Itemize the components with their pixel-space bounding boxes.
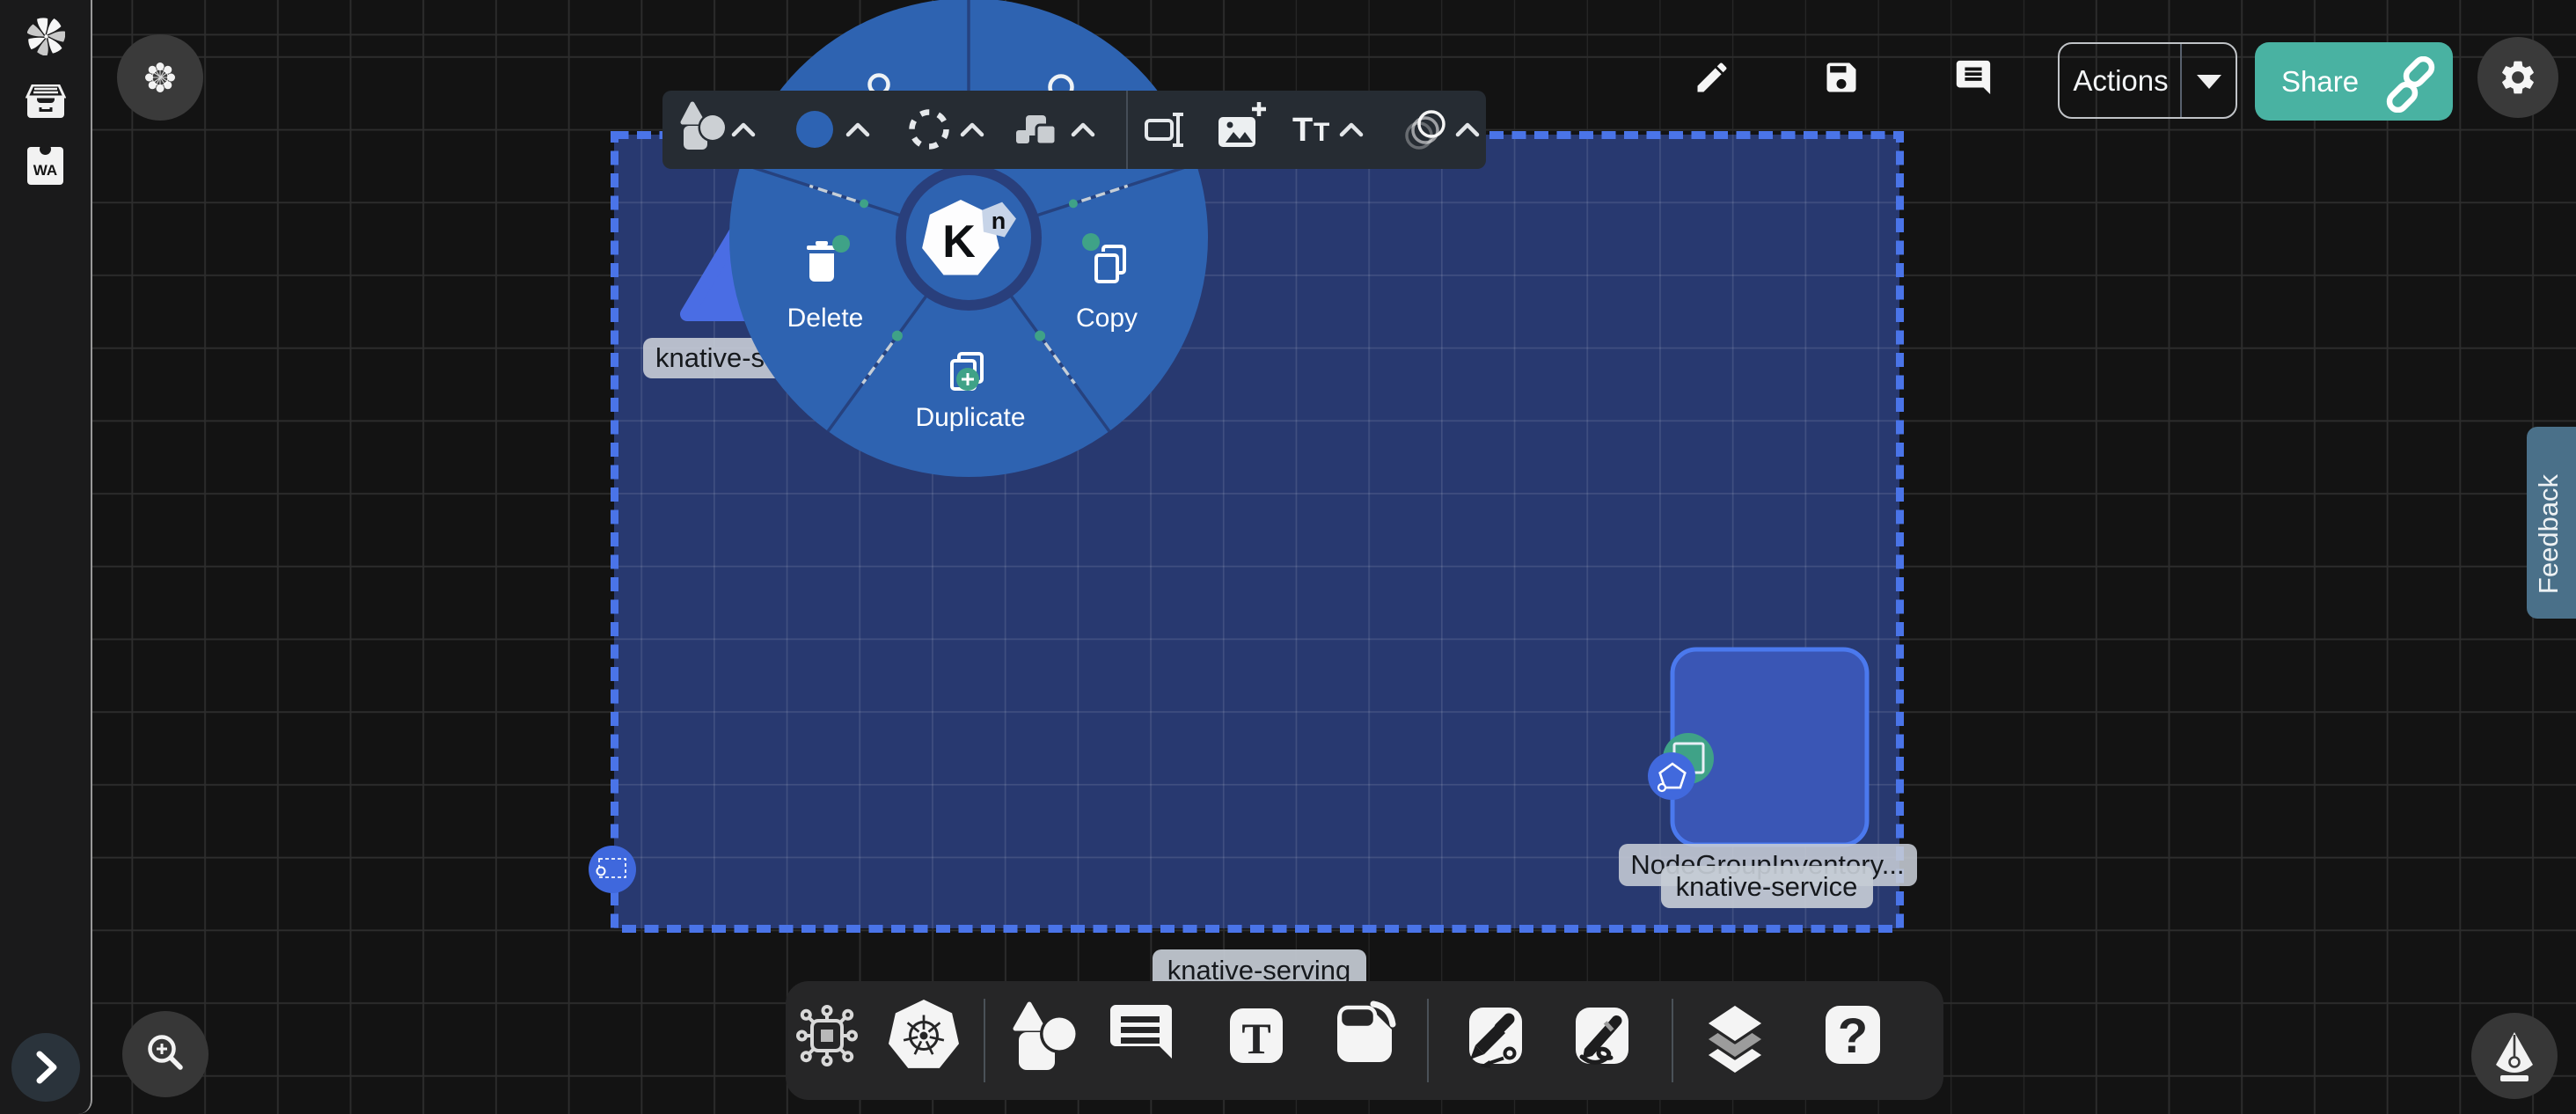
svg-text:T: T: [1241, 1014, 1270, 1063]
svg-text:knative-service: knative-service: [1676, 871, 1858, 902]
svg-text:T: T: [1292, 112, 1313, 149]
svg-text:?: ?: [1838, 1008, 1868, 1063]
svg-text:T: T: [1314, 118, 1329, 147]
svg-text:Duplicate: Duplicate: [915, 403, 1025, 432]
svg-text:K: K: [942, 216, 976, 268]
svg-text:n: n: [992, 208, 1006, 234]
svg-text:Delete: Delete: [787, 304, 864, 333]
svg-text:Copy: Copy: [1076, 304, 1138, 333]
